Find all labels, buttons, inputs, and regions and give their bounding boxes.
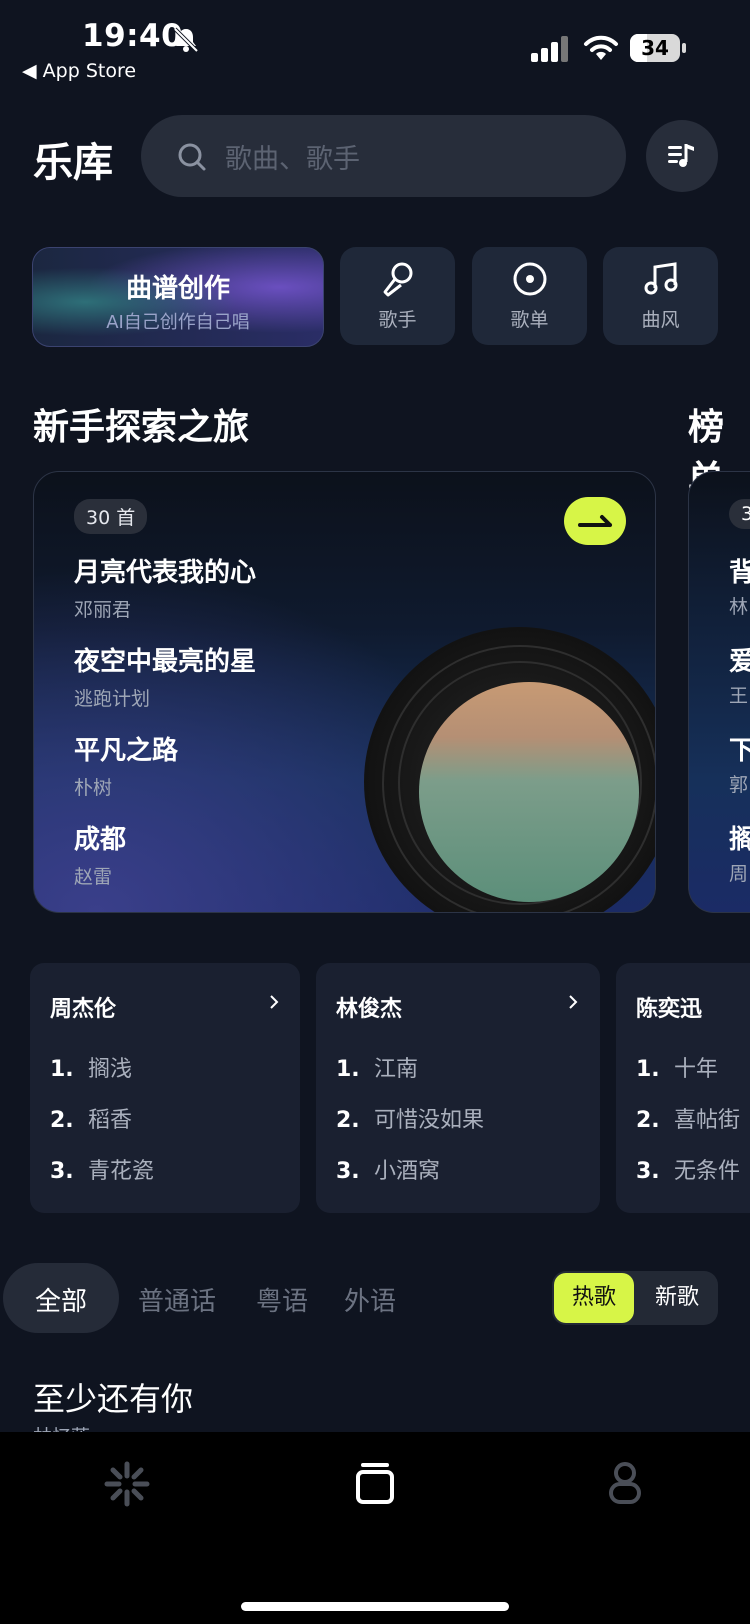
chevron-right-icon bbox=[270, 995, 279, 1009]
battery-indicator: 34 bbox=[630, 34, 686, 62]
disc-icon bbox=[513, 262, 547, 296]
album-cover bbox=[419, 682, 639, 902]
page-title: 乐库 bbox=[33, 140, 113, 186]
list-item[interactable]: 夜空中最亮的星 逃跑计划 bbox=[74, 641, 256, 711]
score-creation-card[interactable]: 曲谱创作 AI自己创作自己唱 bbox=[32, 247, 324, 347]
bell-muted-icon bbox=[173, 27, 199, 53]
back-to-app-store[interactable]: ◀ App Store bbox=[22, 60, 136, 82]
song-title[interactable]: 至少还有你 bbox=[33, 1374, 193, 1420]
search-placeholder: 歌曲、歌手 bbox=[225, 144, 360, 175]
signal-icon bbox=[531, 36, 568, 62]
tab-all[interactable]: 全部 bbox=[3, 1263, 119, 1333]
music-note-icon bbox=[644, 262, 678, 295]
tab-cantonese[interactable]: 粤语 bbox=[256, 1281, 308, 1318]
search-input[interactable]: 歌曲、歌手 bbox=[141, 115, 626, 197]
list-item[interactable]: 平凡之路 朴树 bbox=[74, 730, 178, 800]
vinyl-record-artwork bbox=[364, 627, 655, 912]
wifi-icon bbox=[584, 35, 618, 60]
chevron-right-icon bbox=[569, 995, 578, 1009]
song-count-badge: 30 首 bbox=[74, 499, 148, 534]
artist-card-1[interactable]: 周杰伦 1. 搁浅 2. 稻香 3. 青花瓷 bbox=[30, 963, 300, 1213]
beginner-journey-card[interactable]: 30 首 月亮代表我的心 邓丽君 夜空中最亮的星 逃跑计划 平凡之路 朴树 成都… bbox=[33, 471, 656, 913]
toggle-hot[interactable]: 热歌 bbox=[554, 1273, 634, 1323]
playlist-icon bbox=[668, 144, 694, 167]
list-item[interactable]: 月亮代表我的心 邓丽君 bbox=[74, 552, 256, 622]
bottom-navigation bbox=[0, 1432, 750, 1624]
tab-mandarin[interactable]: 普通话 bbox=[138, 1281, 216, 1318]
discover-icon[interactable] bbox=[103, 1460, 151, 1508]
section-title-journey: 新手探索之旅 bbox=[33, 407, 250, 448]
chart-card-partial[interactable]: 3 背 林 爱 王 下 郭 搁 周 bbox=[688, 471, 750, 913]
category-singers[interactable]: 歌手 bbox=[340, 247, 455, 345]
playlist-button[interactable] bbox=[646, 120, 718, 192]
status-time: 19:40 bbox=[82, 18, 184, 54]
library-icon[interactable] bbox=[352, 1460, 398, 1506]
hot-new-toggle[interactable]: 热歌 新歌 bbox=[552, 1271, 718, 1325]
play-arrow-button[interactable] bbox=[564, 497, 626, 545]
search-icon bbox=[178, 143, 206, 171]
home-indicator[interactable] bbox=[241, 1602, 509, 1611]
list-item[interactable]: 成都 赵雷 bbox=[74, 819, 126, 889]
category-genres[interactable]: 曲风 bbox=[603, 247, 718, 345]
artist-card-2[interactable]: 林俊杰 1. 江南 2. 可惜没如果 3. 小酒窝 bbox=[316, 963, 600, 1213]
tab-foreign[interactable]: 外语 bbox=[344, 1281, 396, 1318]
profile-icon[interactable] bbox=[605, 1460, 645, 1506]
microphone-icon bbox=[383, 262, 413, 297]
arrow-right-icon bbox=[578, 515, 612, 527]
toggle-new[interactable]: 新歌 bbox=[638, 1273, 716, 1323]
category-playlists[interactable]: 歌单 bbox=[472, 247, 587, 345]
artist-card-3[interactable]: 陈奕迅 1. 十年 2. 喜帖街 3. 无条件 bbox=[616, 963, 750, 1213]
